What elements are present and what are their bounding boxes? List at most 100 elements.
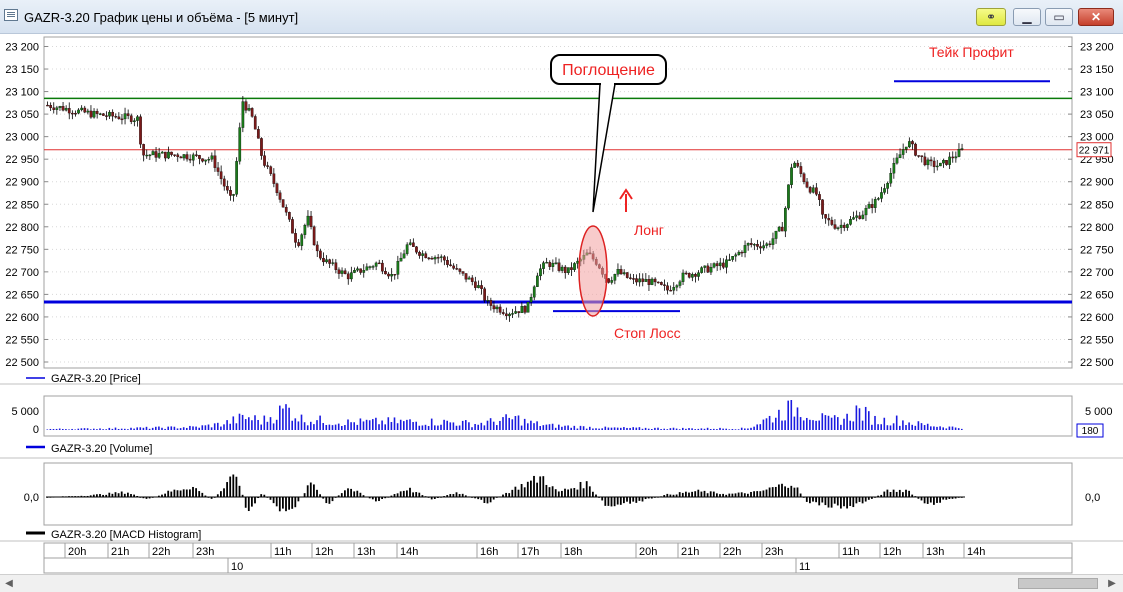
volume-bar	[809, 419, 811, 430]
candle-body	[238, 127, 242, 162]
volume-bar	[613, 427, 616, 430]
candle-body	[743, 245, 747, 253]
candle-body	[430, 257, 434, 260]
scroll-right-icon[interactable]: ▶	[1105, 577, 1119, 591]
macd-bar	[657, 496, 659, 498]
volume-bar	[486, 420, 489, 430]
macd-bar	[836, 497, 839, 506]
candle-body	[728, 259, 731, 261]
macd-bar	[61, 496, 64, 498]
macd-bar	[325, 497, 328, 504]
macd-bar	[601, 497, 604, 501]
maximize-button[interactable]: ▭	[1045, 8, 1073, 26]
macd-bar	[170, 491, 173, 497]
candle-body	[870, 204, 874, 208]
candle-body	[815, 187, 818, 195]
volume-bar	[688, 428, 690, 430]
macd-bar	[812, 497, 814, 502]
macd-bar	[452, 494, 455, 497]
hour-label: 12h	[883, 546, 901, 558]
candle-body	[945, 160, 948, 165]
close-button[interactable]: ✕	[1078, 8, 1114, 26]
link-button[interactable]: ⚭	[976, 8, 1006, 26]
candle-body	[824, 214, 828, 219]
candle-body	[650, 278, 654, 285]
volume-bar	[269, 417, 272, 430]
volume-bar	[508, 417, 510, 430]
macd-bar	[632, 497, 635, 502]
macd-bar	[681, 492, 684, 497]
macd-bar	[592, 491, 594, 497]
candle-body	[691, 274, 694, 278]
price-chart[interactable]: 23 200 23 150 23 100 23 050 23 000 22 950 22 9…	[0, 34, 1123, 574]
candle-body	[219, 171, 223, 180]
candle-body	[687, 272, 691, 278]
macd-bar	[381, 497, 383, 500]
candle-body	[777, 226, 781, 232]
macd-bar	[526, 481, 529, 497]
volume-bar	[787, 400, 789, 430]
volume-bar	[570, 427, 572, 430]
volume-bar	[390, 422, 393, 430]
candle-body	[204, 159, 207, 162]
hour-label: 22h	[152, 546, 170, 558]
volume-bar	[316, 420, 318, 430]
candle-body	[362, 270, 366, 273]
candle-body	[672, 287, 676, 291]
volume-bar	[251, 420, 253, 430]
macd-bar	[855, 497, 858, 504]
candle-body	[157, 153, 161, 158]
volume-bar	[923, 425, 926, 430]
volume-bar	[372, 419, 374, 430]
macd-bar	[396, 493, 399, 497]
candle-body	[297, 242, 301, 246]
candle-body	[790, 167, 793, 185]
macd-bar	[685, 491, 687, 497]
candle-body	[92, 110, 96, 118]
price-tick-label: 22 950	[5, 154, 39, 166]
volume-bar	[474, 424, 476, 430]
volume-bar	[920, 423, 923, 430]
macd-bar	[334, 497, 337, 498]
macd-bar	[703, 490, 706, 497]
scrollbar-thumb[interactable]	[1018, 578, 1098, 589]
volume-bar	[610, 427, 613, 430]
volume-bar	[341, 426, 343, 430]
candle-body	[805, 181, 809, 188]
volume-bar	[846, 413, 848, 430]
candle-body	[622, 272, 626, 275]
horizontal-scrollbar[interactable]: ◀ ▶	[0, 574, 1123, 592]
volume-bar	[167, 426, 169, 430]
volume-bar	[685, 428, 687, 430]
scroll-left-icon[interactable]: ◀	[2, 577, 16, 591]
candle-body	[712, 263, 716, 268]
macd-bar	[251, 497, 253, 507]
macd-bar	[65, 496, 67, 498]
volume-bar	[291, 420, 293, 430]
volume-bar	[362, 421, 365, 430]
macd-tick-left: 0,0	[24, 492, 39, 504]
candle-body	[71, 112, 74, 115]
volume-bar	[790, 400, 793, 430]
volume-bar	[638, 427, 641, 430]
macd-bar	[747, 493, 749, 497]
candle-body	[393, 274, 397, 276]
minimize-button[interactable]: ▁	[1013, 8, 1041, 26]
candle-body	[951, 156, 955, 159]
volume-bar	[46, 429, 49, 430]
candle-body	[105, 115, 108, 117]
macd-bar	[257, 497, 259, 499]
hour-label: 23h	[765, 546, 783, 558]
macd-bar	[712, 491, 715, 497]
volume-bar	[793, 416, 796, 430]
macd-bar	[229, 476, 232, 497]
macd-bar	[489, 497, 492, 503]
macd-bar	[474, 497, 476, 499]
volume-bar	[601, 428, 603, 430]
macd-bar	[564, 488, 566, 497]
macd-bar	[114, 492, 117, 497]
candle-body	[842, 224, 846, 228]
macd-bar	[570, 488, 573, 497]
candle-body	[405, 244, 409, 254]
price-tick-label: 22 600	[1080, 312, 1114, 324]
